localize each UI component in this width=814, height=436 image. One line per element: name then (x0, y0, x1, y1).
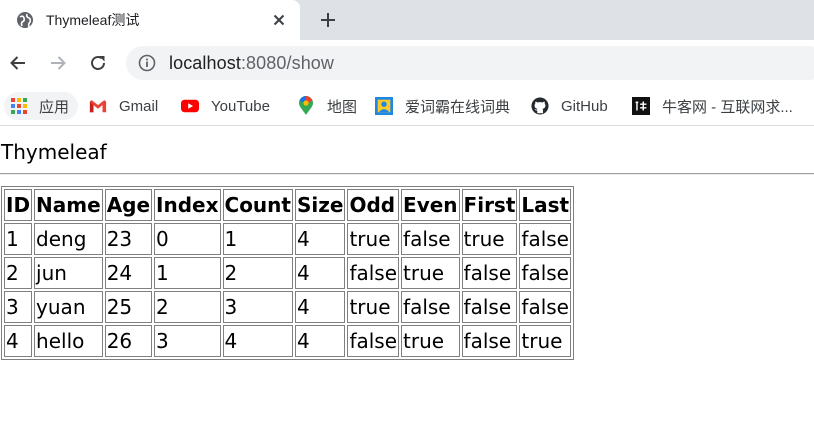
bookmark-label: 地图 (327, 98, 358, 116)
table-row: 2 jun 24 1 2 4 false true false false (4, 257, 572, 289)
page-heading: Thymeleaf (1, 140, 107, 164)
url-host: localhost (169, 53, 241, 73)
table-cell: jun (34, 257, 103, 289)
table-cell: false (519, 223, 572, 255)
table-cell: 0 (154, 223, 221, 255)
bookmark-label: Gmail (119, 97, 159, 115)
table-cell: 2 (222, 257, 293, 289)
bookmark-label: 牛客网 - 互联网求... (662, 98, 793, 116)
url-path: :8080/show (240, 53, 335, 73)
bookmark-iciba[interactable]: 爱词霸在线词典 (375, 92, 510, 120)
bookmark-youtube[interactable]: YouTube (181, 92, 270, 120)
table-cell: true (401, 257, 460, 289)
column-header: Count (222, 189, 293, 221)
table-cell: 25 (104, 291, 153, 323)
table-cell: true (347, 223, 400, 255)
table-cell: 4 (294, 325, 346, 357)
table-cell: 4 (4, 325, 33, 357)
table-cell: yuan (34, 291, 103, 323)
table-cell: 24 (104, 257, 153, 289)
column-header: Even (401, 189, 460, 221)
table-cell: true (401, 325, 460, 357)
table-cell: 3 (222, 291, 293, 323)
bookmark-label: 爱词霸在线词典 (405, 98, 511, 116)
table-row: 3 yuan 25 2 3 4 true false false false (4, 291, 572, 323)
table-cell: hello (34, 325, 103, 357)
apps-grid-icon (10, 97, 28, 115)
tab-strip: Thymeleaf测试 (0, 0, 814, 40)
table-cell: true (461, 223, 518, 255)
table-cell: 4 (222, 325, 293, 357)
table-cell: 3 (4, 291, 33, 323)
table-cell: false (401, 223, 460, 255)
table-cell: 1 (222, 223, 293, 255)
url-text[interactable]: localhost:8080/show (169, 53, 334, 73)
plus-icon[interactable] (316, 8, 340, 32)
column-header: Odd (347, 189, 400, 221)
gmail-icon (89, 97, 107, 115)
bookmark-label: 应用 (39, 98, 70, 116)
column-header: Last (519, 189, 572, 221)
column-header: ID (4, 189, 33, 221)
globe-icon (16, 11, 34, 29)
table-cell: true (519, 325, 572, 357)
bookmark-github[interactable]: GitHub (531, 92, 608, 120)
bookmark-label: YouTube (211, 97, 270, 115)
table-cell: false (461, 291, 518, 323)
table-header-row: ID Name Age Index Count Size Odd Even Fi… (4, 189, 572, 221)
column-header: Size (294, 189, 346, 221)
table-cell: false (347, 257, 400, 289)
forward-arrow-icon[interactable] (46, 51, 70, 75)
table-cell: 3 (154, 325, 221, 357)
table-cell: false (519, 291, 572, 323)
back-arrow-icon[interactable] (6, 51, 30, 75)
table-cell: 1 (154, 257, 221, 289)
table-cell: 4 (294, 257, 346, 289)
address-bar[interactable]: localhost:8080/show (126, 46, 814, 80)
table-cell: 2 (4, 257, 33, 289)
table-cell: 23 (104, 223, 153, 255)
column-header: First (461, 189, 518, 221)
table-cell: true (347, 291, 400, 323)
nowcoder-icon (632, 97, 650, 115)
page-content: Thymeleaf ID Name Age Index Count Size O… (0, 127, 814, 436)
youtube-icon (181, 97, 199, 115)
table-cell: deng (34, 223, 103, 255)
bookmark-apps[interactable]: 应用 (4, 92, 79, 120)
horizontal-rule (0, 173, 814, 175)
table-cell: false (347, 325, 400, 357)
bookmark-maps[interactable]: 地图 (297, 92, 357, 120)
table-cell: false (461, 325, 518, 357)
table-cell: 4 (294, 291, 346, 323)
table-cell: 2 (154, 291, 221, 323)
table-cell: 4 (294, 223, 346, 255)
table-cell: false (401, 291, 460, 323)
reload-icon[interactable] (86, 51, 110, 75)
column-header: Index (154, 189, 221, 221)
bookmark-gmail[interactable]: Gmail (89, 92, 158, 120)
table-cell: 1 (4, 223, 33, 255)
table-row: 4 hello 26 3 4 4 false true false true (4, 325, 572, 357)
column-header: Age (104, 189, 153, 221)
maps-pin-icon (297, 96, 315, 115)
table-cell: 26 (104, 325, 153, 357)
table-row: 1 deng 23 0 1 4 true false true false (4, 223, 572, 255)
close-icon[interactable] (268, 9, 290, 31)
tab-title: Thymeleaf测试 (46, 12, 140, 28)
active-tab[interactable]: Thymeleaf测试 (0, 0, 300, 40)
bookmark-label: GitHub (561, 97, 608, 115)
column-header: Name (34, 189, 103, 221)
info-icon[interactable] (138, 54, 156, 72)
bookmark-nowcoder[interactable]: 牛客网 - 互联网求... (632, 92, 793, 120)
table-cell: false (519, 257, 572, 289)
iciba-icon (375, 97, 393, 115)
data-table: ID Name Age Index Count Size Odd Even Fi… (1, 186, 575, 360)
bookmarks-bar: 应用 Gmail YouTube 地图 爱词霸在线词典 GitHub 牛客网 -… (0, 86, 814, 126)
github-icon (531, 97, 549, 115)
table-cell: false (461, 257, 518, 289)
browser-toolbar: localhost:8080/show (0, 40, 814, 86)
